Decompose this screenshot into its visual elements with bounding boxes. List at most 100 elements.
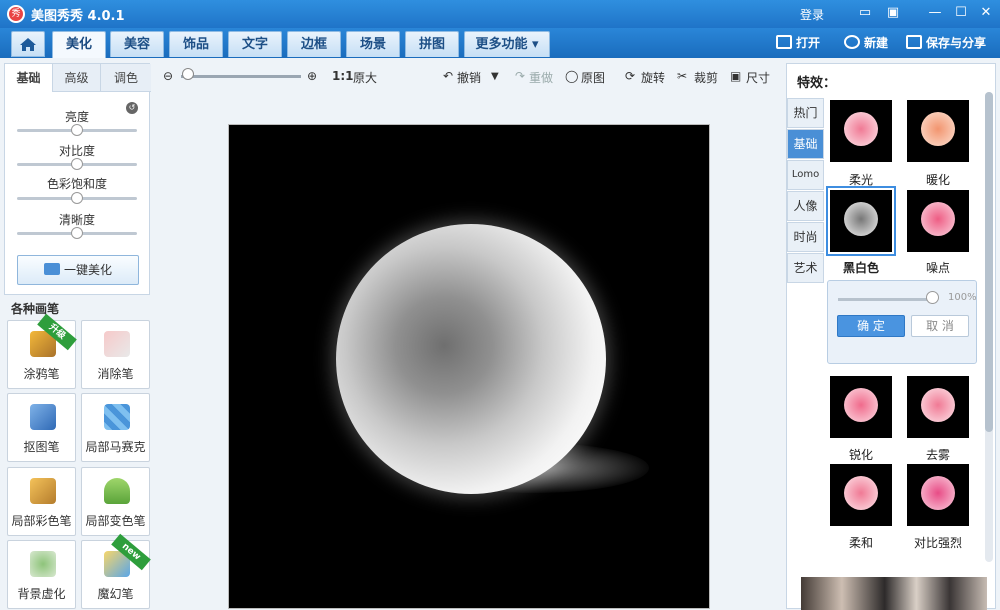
subtab-basic[interactable]: 基础 [5,64,53,92]
redo-icon[interactable]: ↷ [515,69,525,83]
tab-text[interactable]: 文字 [228,31,282,57]
zoom-out-icon[interactable]: ⊖ [163,69,173,83]
brush-local-recolor[interactable]: 局部变色笔 [81,467,150,536]
tab-scenes[interactable]: 场景 [346,31,400,57]
vtab-hot[interactable]: 热门 [787,98,824,128]
rotate-icon[interactable]: ⟳ [625,69,635,83]
zoom-in-icon[interactable]: ⊕ [307,69,317,83]
message-icon[interactable]: ▭ [856,4,874,22]
maximize-icon[interactable]: ☐ [952,4,970,22]
scissors-icon[interactable]: ✂ [677,69,687,83]
brush-local-color[interactable]: 局部彩色笔 [7,467,76,536]
undo-dropdown-icon[interactable]: ▼ [491,71,499,82]
brushes-title: 各种画笔 [11,302,60,316]
effects-scrollbar[interactable] [985,92,993,562]
brush-doodle[interactable]: 升级 涂鸦笔 [7,313,77,389]
redo-button[interactable]: 重做 [529,69,553,86]
photo-canvas[interactable] [228,124,710,609]
brush-label: 抠图笔 [23,440,60,454]
sharpness-knob[interactable] [71,227,83,239]
one-click-beautify-button[interactable]: 一键美化 [17,255,139,285]
contrast-label: 对比度 [58,144,95,158]
vtab-art[interactable]: 艺术 [787,253,824,283]
original-icon[interactable]: ◯ [565,69,578,83]
contrast-knob[interactable] [71,158,83,170]
rotate-button[interactable]: 旋转 [641,69,665,86]
effect-soft-light[interactable] [830,100,892,162]
close-icon[interactable]: ✕ [977,4,995,22]
brush-cutout[interactable]: 抠图笔 [7,393,76,462]
undo-button[interactable]: 撤销 [457,69,481,86]
more-label: 更多功能 [475,37,528,52]
sphere-image [336,224,606,494]
magic-icon [43,263,60,275]
effect-sharpen[interactable] [830,376,892,438]
save-share-button[interactable]: 保存与分享 [906,34,986,51]
effect-noise[interactable] [907,190,969,252]
subtab-color[interactable]: 调色 [101,64,151,92]
eraser-icon [104,331,130,357]
home-icon [20,38,36,51]
minimize-icon[interactable]: — [926,4,944,22]
undo-icon[interactable]: ↶ [443,69,453,83]
effect-preview [921,202,955,236]
tab-beauty[interactable]: 美容 [110,31,164,57]
tab-beautify[interactable]: 美化 [52,31,106,58]
brush-label: 局部变色笔 [85,514,146,528]
vtab-lomo[interactable]: Lomo [787,160,824,190]
brightness-slider[interactable] [17,124,137,136]
vtab-basic[interactable]: 基础 [787,129,824,159]
skin-icon[interactable]: ▣ [884,4,902,22]
brush-label: 消除笔 [97,367,134,381]
scrollbar-thumb[interactable] [985,92,993,432]
brush-mosaic[interactable]: 局部马赛克 [81,393,150,462]
open-button[interactable]: 打开 [776,34,820,51]
tab-accessories[interactable]: 饰品 [169,31,223,57]
vtab-fashion[interactable]: 时尚 [787,222,824,252]
original-size-button[interactable]: 原大 [353,69,377,86]
effect-high-contrast[interactable] [907,464,969,526]
contrast-slider[interactable] [17,158,137,170]
brush-background-blur[interactable]: 背景虚化 [7,540,76,609]
effect-warm[interactable] [907,100,969,162]
pen-icon [30,404,56,430]
brush-label: 局部马赛克 [85,440,146,454]
blur-icon [30,551,56,577]
tab-collage[interactable]: 拼图 [405,31,459,57]
plus-icon [844,35,860,49]
sharpness-slider[interactable] [17,227,137,239]
effect-soft[interactable] [830,464,892,526]
brightness-knob[interactable] [71,124,83,136]
crop-button[interactable]: 裁剪 [694,69,718,86]
app-title: 美图秀秀 4.0.1 [31,9,125,24]
vtab-portrait[interactable]: 人像 [787,191,824,221]
cancel-button[interactable]: 取 消 [911,315,969,337]
ad-photo-strip[interactable] [801,577,987,610]
brush-magic[interactable]: new 魔幻笔 [81,533,151,609]
actual-size-button[interactable]: 1:1 [332,69,354,83]
confirm-button[interactable]: 确 定 [837,315,905,337]
zoom-slider[interactable] [181,75,301,78]
zoom-knob[interactable] [182,68,194,80]
original-image-button[interactable]: 原图 [581,69,605,86]
resize-button[interactable]: 尺寸 [746,69,770,86]
effect-label: 噪点 [925,261,950,275]
tab-more[interactable]: 更多功能 ▾ [464,31,550,57]
subtab-advanced[interactable]: 高级 [53,64,101,92]
sharpness-label: 清晰度 [58,213,95,227]
effect-dehaze[interactable] [907,376,969,438]
login-link[interactable]: 登录 [800,6,824,23]
tab-frames[interactable]: 边框 [287,31,341,57]
effect-preview [921,112,955,146]
effect-strength-knob[interactable] [926,291,939,304]
home-tab[interactable] [11,31,45,57]
saturation-knob[interactable] [71,192,83,204]
resize-icon[interactable]: ▣ [730,69,741,83]
effect-label: 对比强烈 [913,536,962,550]
effect-black-white[interactable] [826,186,896,256]
new-button[interactable]: 新建 [844,34,888,51]
effect-strength-slider[interactable] [838,298,934,301]
effect-preview [844,388,878,422]
saturation-slider[interactable] [17,192,137,204]
brush-eraser[interactable]: 消除笔 [81,320,150,389]
